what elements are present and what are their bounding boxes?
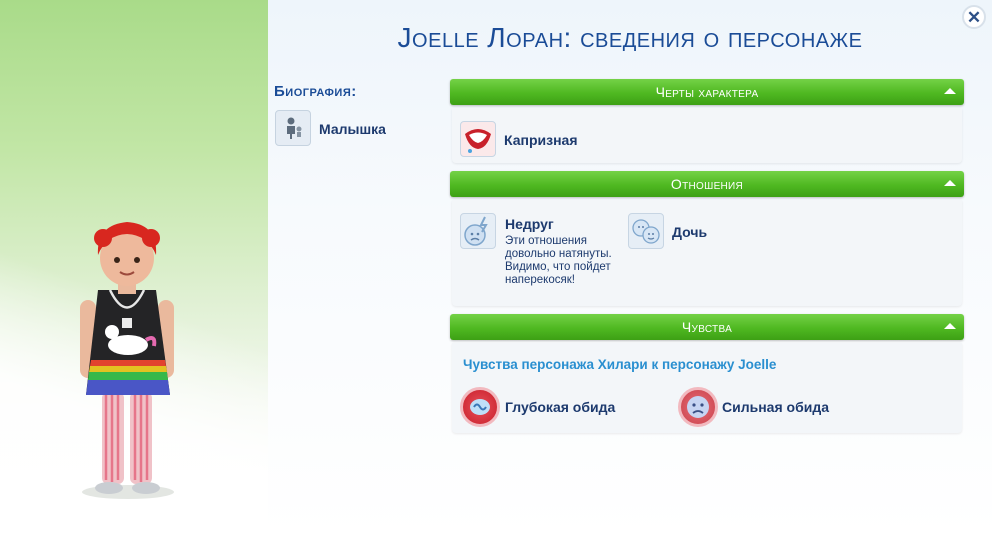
deep-hurt-icon[interactable]: [460, 387, 500, 427]
traits-section-header[interactable]: Черты характера: [450, 79, 964, 105]
family-faces-icon[interactable]: [628, 213, 664, 249]
trait-label-capricious: Капризная: [504, 132, 578, 148]
feelings-header-label: Чувства: [681, 319, 733, 335]
sim-character: [80, 222, 174, 499]
relationship-description: Эти отношения довольно натянуты. Видимо,…: [505, 235, 612, 286]
disliked-face-icon[interactable]: [460, 213, 496, 249]
page-title: Joelle Лоран: сведения о персонаже: [397, 22, 863, 53]
close-icon: ✕: [966, 7, 982, 27]
feeling-label-strong-hurt: Сильная обида: [722, 399, 829, 415]
biography-item-toddler: Малышка: [319, 121, 386, 137]
collapse-arrow-icon[interactable]: [944, 88, 956, 94]
relationships-header-label: Отношения: [670, 176, 744, 192]
feelings-section-header[interactable]: Чувства: [450, 314, 964, 340]
relationship-label-enemy: Недруг: [505, 216, 554, 232]
biography-label: Биография:: [274, 83, 357, 100]
toddler-age-icon[interactable]: [275, 110, 311, 146]
character-portrait-panel: [0, 0, 268, 536]
angry-mouth-trait-icon[interactable]: [460, 121, 496, 157]
relationships-section-header[interactable]: Отношения: [450, 171, 964, 197]
relationship-label-daughter: Дочь: [672, 224, 708, 240]
feeling-label-deep-hurt: Глубокая обида: [505, 399, 616, 415]
sad-face-icon[interactable]: [678, 387, 718, 427]
collapse-arrow-icon[interactable]: [944, 180, 956, 186]
traits-header-label: Черты характера: [655, 84, 759, 100]
collapse-arrow-icon[interactable]: [944, 323, 956, 329]
close-button[interactable]: ✕: [962, 5, 986, 29]
feelings-subtitle: Чувства персонажа Хилари к персонажу Joe…: [463, 357, 777, 372]
